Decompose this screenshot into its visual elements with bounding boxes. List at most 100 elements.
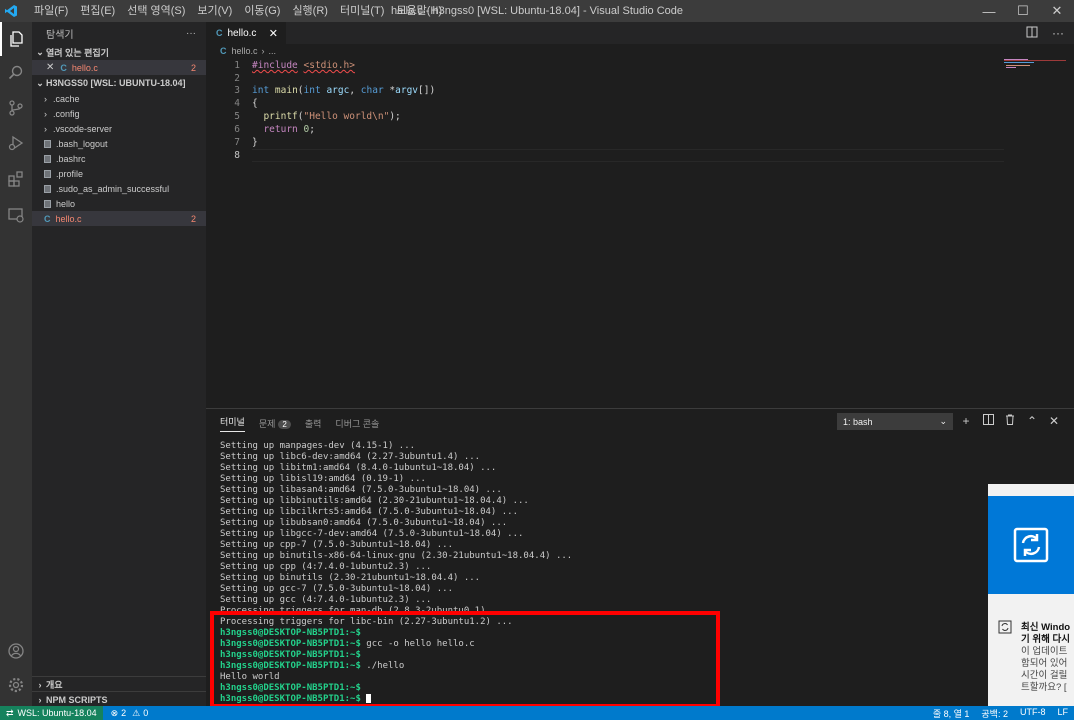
menu-terminal[interactable]: 터미널(T) [334,0,390,22]
end-of-line[interactable]: LF [1057,707,1068,720]
remote-explorer-icon[interactable] [0,198,32,232]
file-icon [44,154,51,163]
tree-item-profile[interactable]: .profile [32,166,206,181]
tab-problems[interactable]: 문제 2 [259,417,291,430]
workspace-header: H3NGSS0 [WSL: UBUNTU-18.04] [46,78,186,88]
terminal-line: Setting up libgcc-7-dev:amd64 (7.5.0-3ub… [220,529,524,539]
menu-selection[interactable]: 선택 영역(S) [121,0,191,22]
terminal-line: Setting up cpp-7 (7.5.0-3ubuntu1~18.04) … [220,540,453,550]
open-editor-item[interactable]: ✕ C hello.c 2 [32,60,206,75]
menu-run[interactable]: 실행(R) [286,0,334,22]
code-line: return 0; [263,124,315,135]
tree-item-bash-logout[interactable]: .bash_logout [32,136,206,151]
close-panel-icon[interactable]: ✕ [1048,414,1060,428]
more-actions-icon[interactable]: ··· [186,28,196,39]
toast-title-line: 기 위해 다시 [1021,634,1070,645]
maximize-icon[interactable]: ☐ [1006,0,1040,22]
minimize-icon[interactable]: — [972,0,1006,22]
file-icon [44,184,51,193]
tree-item-cache[interactable]: › .cache [32,91,206,106]
toast-body-line: 함되어 있어 [1021,658,1068,669]
encoding[interactable]: UTF-8 [1020,707,1046,720]
breadcrumb-symbol[interactable]: ... [269,46,277,56]
activity-bar [0,22,32,706]
outline-section[interactable]: › 개요 [32,676,206,692]
code-line: { [252,98,258,109]
tree-item-config[interactable]: › .config [32,106,206,121]
close-icon[interactable]: ✕ [46,62,54,73]
line-number: 1 [234,60,240,71]
terminal-line: Setting up libitm1:amd64 (8.4.0-1ubuntu1… [220,463,497,473]
terminal-line: Setting up manpages-dev (4.15-1) ... [220,441,416,451]
accounts-icon[interactable] [0,634,32,668]
explorer-sidebar: 탐색기 ··· ⌄ 열려 있는 편집기 ✕ C hello.c 2 ⌄ H3NG… [32,22,206,706]
workspace-section[interactable]: ⌄ H3NGSS0 [WSL: UBUNTU-18.04] [32,75,206,91]
open-editor-label: hello.c [71,62,98,73]
terminal-line: Setting up cpp (4:7.4.0-1ubuntu2.3) ... [220,562,432,572]
chevron-right-icon: › [44,123,47,134]
open-editors-header: 열려 있는 편집기 [46,47,109,58]
open-editors-section[interactable]: ⌄ 열려 있는 편집기 [32,44,206,60]
tree-item-vscode-server[interactable]: › .vscode-server [32,121,206,136]
indentation[interactable]: 공백: 2 [981,707,1008,720]
maximize-panel-chevron-up-icon[interactable]: ⌃ [1026,414,1038,428]
tab-hello-c[interactable]: C hello.c ✕ [206,22,286,44]
menu-edit[interactable]: 편집(E) [74,0,121,22]
tab-output[interactable]: 출력 [305,417,322,430]
warning-icon: ⚠ [132,707,141,718]
chevron-right-icon: › [44,108,47,119]
explorer-title: 탐색기 [46,29,74,41]
more-actions-icon[interactable]: ··· [1052,26,1064,40]
line-number: 7 [234,137,240,148]
error-count: 2 [121,708,127,718]
line-number: 6 [234,124,240,135]
tree-item-label: .cache [53,93,80,104]
toast-title-line: 최신 Windo [1021,622,1071,633]
split-editor-icon[interactable] [1026,26,1038,41]
toast-body-line: 시간이 걸릴 [1021,670,1068,681]
toast-body-line: 이 업데이트 [1021,646,1068,657]
tab-terminal[interactable]: 터미널 [220,415,245,432]
search-icon[interactable] [0,56,32,90]
menu-file[interactable]: 파일(F) [28,0,74,22]
close-window-icon[interactable]: ✕ [1040,0,1074,22]
explorer-icon[interactable] [0,22,32,56]
terminal-line: Setting up libc6-dev:amd64 (2.27-3ubuntu… [220,452,481,462]
source-control-icon[interactable] [0,91,32,125]
tree-item-bashrc[interactable]: .bashrc [32,151,206,166]
problem-count-badge: 2 [190,62,196,73]
terminal-line: Setting up binutils (2.30-21ubuntu1~18.0… [220,573,481,583]
new-terminal-plus-icon[interactable]: + [960,414,972,428]
editor-actions: ··· [1026,22,1064,44]
breadcrumb-file[interactable]: hello.c [232,46,258,56]
minimap[interactable] [1004,58,1066,70]
trash-icon[interactable] [1004,414,1016,428]
run-debug-icon[interactable] [0,126,32,160]
chevron-down-icon: ⌄ [36,46,44,57]
chevron-down-icon: ⌄ [36,77,44,88]
windows-update-toast[interactable]: 최신 Windo 기 위해 다시 이 업데이트 함되어 있어 시간이 걸릴 트할… [988,484,1074,706]
refresh-small-icon [998,620,1012,637]
tree-item-hello[interactable]: hello [32,196,206,211]
npm-scripts-section[interactable]: › NPM SCRIPTS [32,691,206,707]
problems-status[interactable]: ⊗ 2 ⚠ 0 [111,708,149,719]
menu-go[interactable]: 이동(G) [238,0,286,22]
remote-indicator[interactable]: ⇄ WSL: Ubuntu-18.04 [0,706,103,720]
c-file-icon: C [44,213,51,224]
terminal-line: Setting up libbinutils:amd64 (2.30-21ubu… [220,496,529,506]
menu-help[interactable]: 도움말(H) [390,0,448,22]
code-editor[interactable]: 1 2 3 4 5 6 7 8 #include <stdio.h> int m… [206,58,1006,408]
menu-view[interactable]: 보기(V) [191,0,238,22]
tab-debug-console[interactable]: 디버그 콘솔 [335,417,379,430]
tree-item-sudo-as-admin[interactable]: .sudo_as_admin_successful [32,181,206,196]
cursor-position[interactable]: 줄 8, 열 1 [933,707,970,720]
tree-item-hello-c[interactable]: C hello.c 2 [32,211,206,226]
terminal-shell-select[interactable]: 1: bash ⌄ [837,413,953,430]
split-terminal-icon[interactable] [982,414,994,428]
line-number: 5 [234,111,240,122]
settings-gear-icon[interactable] [0,668,32,702]
extensions-icon[interactable] [0,162,32,196]
terminal-shell-label: 1: bash [843,416,873,427]
editor-tabs: C hello.c ✕ ··· [206,22,1074,44]
close-tab-icon[interactable]: ✕ [269,27,278,40]
